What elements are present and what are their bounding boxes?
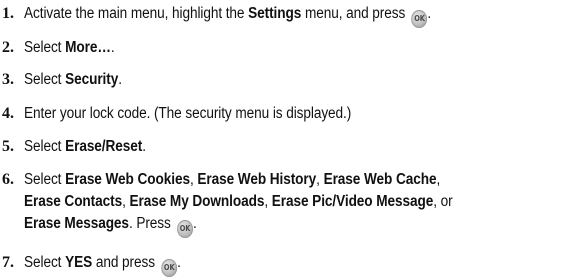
bold-term: Erase Contacts (24, 193, 123, 210)
text-run: Enter your lock code. (The security menu… (24, 105, 352, 122)
step-number: 6. (2, 171, 14, 188)
text-run: . (177, 254, 181, 271)
bold-term: Erase Web Cache (323, 171, 437, 188)
step-number: 4. (2, 105, 14, 122)
step-text: Select More…. (24, 37, 584, 58)
step-number: 2. (2, 39, 14, 56)
step-text: Select Erase/Reset. (24, 136, 584, 157)
bold-term: Erase Web History (197, 171, 317, 188)
text-run: . (118, 71, 122, 88)
text-run: , (122, 193, 130, 210)
step-number: 5. (2, 138, 14, 155)
ok-button-icon: OK (411, 10, 428, 28)
text-run: Select (24, 39, 66, 56)
text-run: . (427, 5, 432, 22)
text-run: Activate the main menu, highlight the (24, 5, 249, 22)
text-run: , (436, 171, 441, 188)
text-run: Select (24, 71, 66, 88)
step-text-content: Activate the main menu, highlight the Se… (24, 3, 431, 28)
step-text-content: Select YES and press OK. (24, 252, 181, 277)
text-run: Select (24, 138, 66, 155)
ok-button-icon: OK (161, 259, 178, 277)
step-text: Select YES and press OK. (24, 252, 584, 277)
bold-term: Erase Web Cookies (65, 171, 190, 188)
text-run: , (264, 193, 272, 210)
step-text: Select Erase Web Cookies, Erase Web Hist… (24, 169, 584, 238)
ok-button-icon: OK (177, 220, 193, 238)
bold-term: Erase/Reset (65, 138, 143, 155)
step-text-content: Enter your lock code. (The security menu… (24, 103, 351, 124)
step-text-line: Select Erase Web Cookies, Erase Web Hist… (24, 169, 584, 191)
step-text: Activate the main menu, highlight the Se… (24, 3, 584, 28)
step-text: Enter your lock code. (The security menu… (24, 103, 584, 124)
text-run: . (142, 138, 146, 155)
step-text-line-content: Erase Messages. Press OK. (24, 213, 197, 238)
step-text-content: Select Security. (24, 69, 122, 90)
instruction-list: 1. Activate the main menu, highlight the… (0, 0, 586, 277)
text-run: and press (92, 254, 159, 271)
bold-term: YES (65, 254, 93, 271)
step-text-content: Select Erase/Reset. (24, 136, 146, 157)
text-run: Select (24, 254, 66, 271)
text-run: . (192, 215, 197, 232)
step-text-line: Erase Contacts, Erase My Downloads, Eras… (24, 191, 584, 213)
text-run: . (110, 39, 115, 56)
step-number: 1. (2, 5, 14, 22)
step-text-line-content: Erase Contacts, Erase My Downloads, Eras… (24, 191, 453, 212)
step-text-content: Select More…. (24, 37, 115, 58)
step-text-line: Erase Messages. Press OK. (24, 213, 584, 238)
text-run: Select (24, 171, 66, 188)
text-run: , (189, 171, 198, 188)
step-text: Select Security. (24, 69, 584, 90)
step-number: 3. (2, 71, 14, 88)
bold-term: Security (65, 71, 119, 88)
text-run: . Press (128, 215, 175, 232)
bold-term: Settings (248, 5, 302, 22)
bold-term: Erase My Downloads (129, 193, 265, 210)
step-number: 7. (2, 254, 14, 271)
step-text-line-content: Select Erase Web Cookies, Erase Web Hist… (24, 169, 440, 190)
text-run: menu, and press (301, 5, 409, 22)
bold-term: More… (65, 39, 111, 56)
text-run: , or (433, 193, 453, 210)
bold-term: Erase Pic/Video Message (271, 193, 434, 210)
bold-term: Erase Messages (24, 215, 129, 232)
